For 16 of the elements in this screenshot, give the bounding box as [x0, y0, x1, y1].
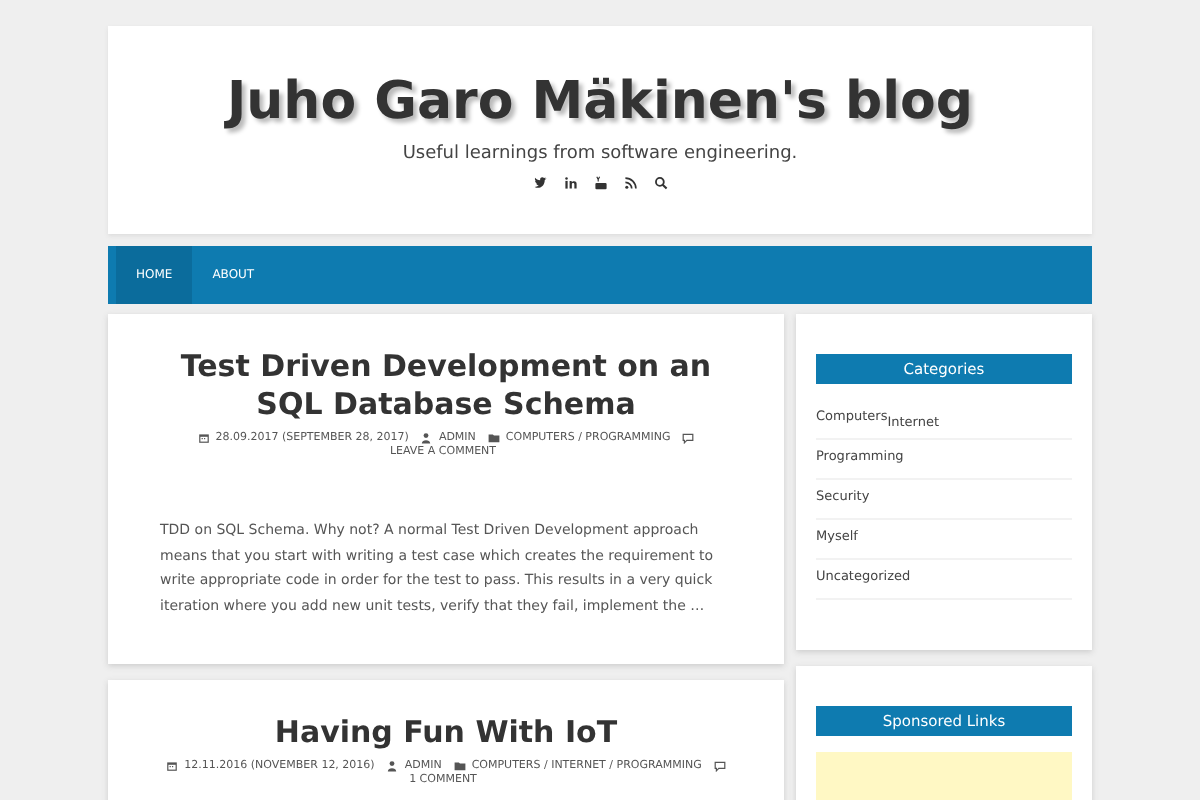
search-icon[interactable]	[653, 176, 667, 190]
folder-icon	[453, 760, 466, 772]
user-icon	[386, 760, 399, 772]
post-title[interactable]: Having Fun With IoT	[274, 714, 618, 752]
comment-icon	[682, 432, 695, 444]
calendar-icon	[197, 432, 210, 444]
twitter-icon[interactable]	[533, 176, 547, 190]
calendar-icon	[166, 760, 179, 772]
user-icon	[420, 432, 433, 444]
post-title[interactable]: Test Driven Development on an SQL Database Schema	[168, 348, 724, 424]
linkedin-icon[interactable]	[563, 176, 577, 190]
folder-icon	[487, 432, 500, 444]
site-tagline: Useful learnings from software engineering.	[402, 144, 798, 164]
rss-icon[interactable]	[623, 176, 637, 190]
site-title[interactable]: Juho Garo Mäkinen's blog	[227, 68, 973, 136]
comment-icon	[713, 760, 726, 772]
